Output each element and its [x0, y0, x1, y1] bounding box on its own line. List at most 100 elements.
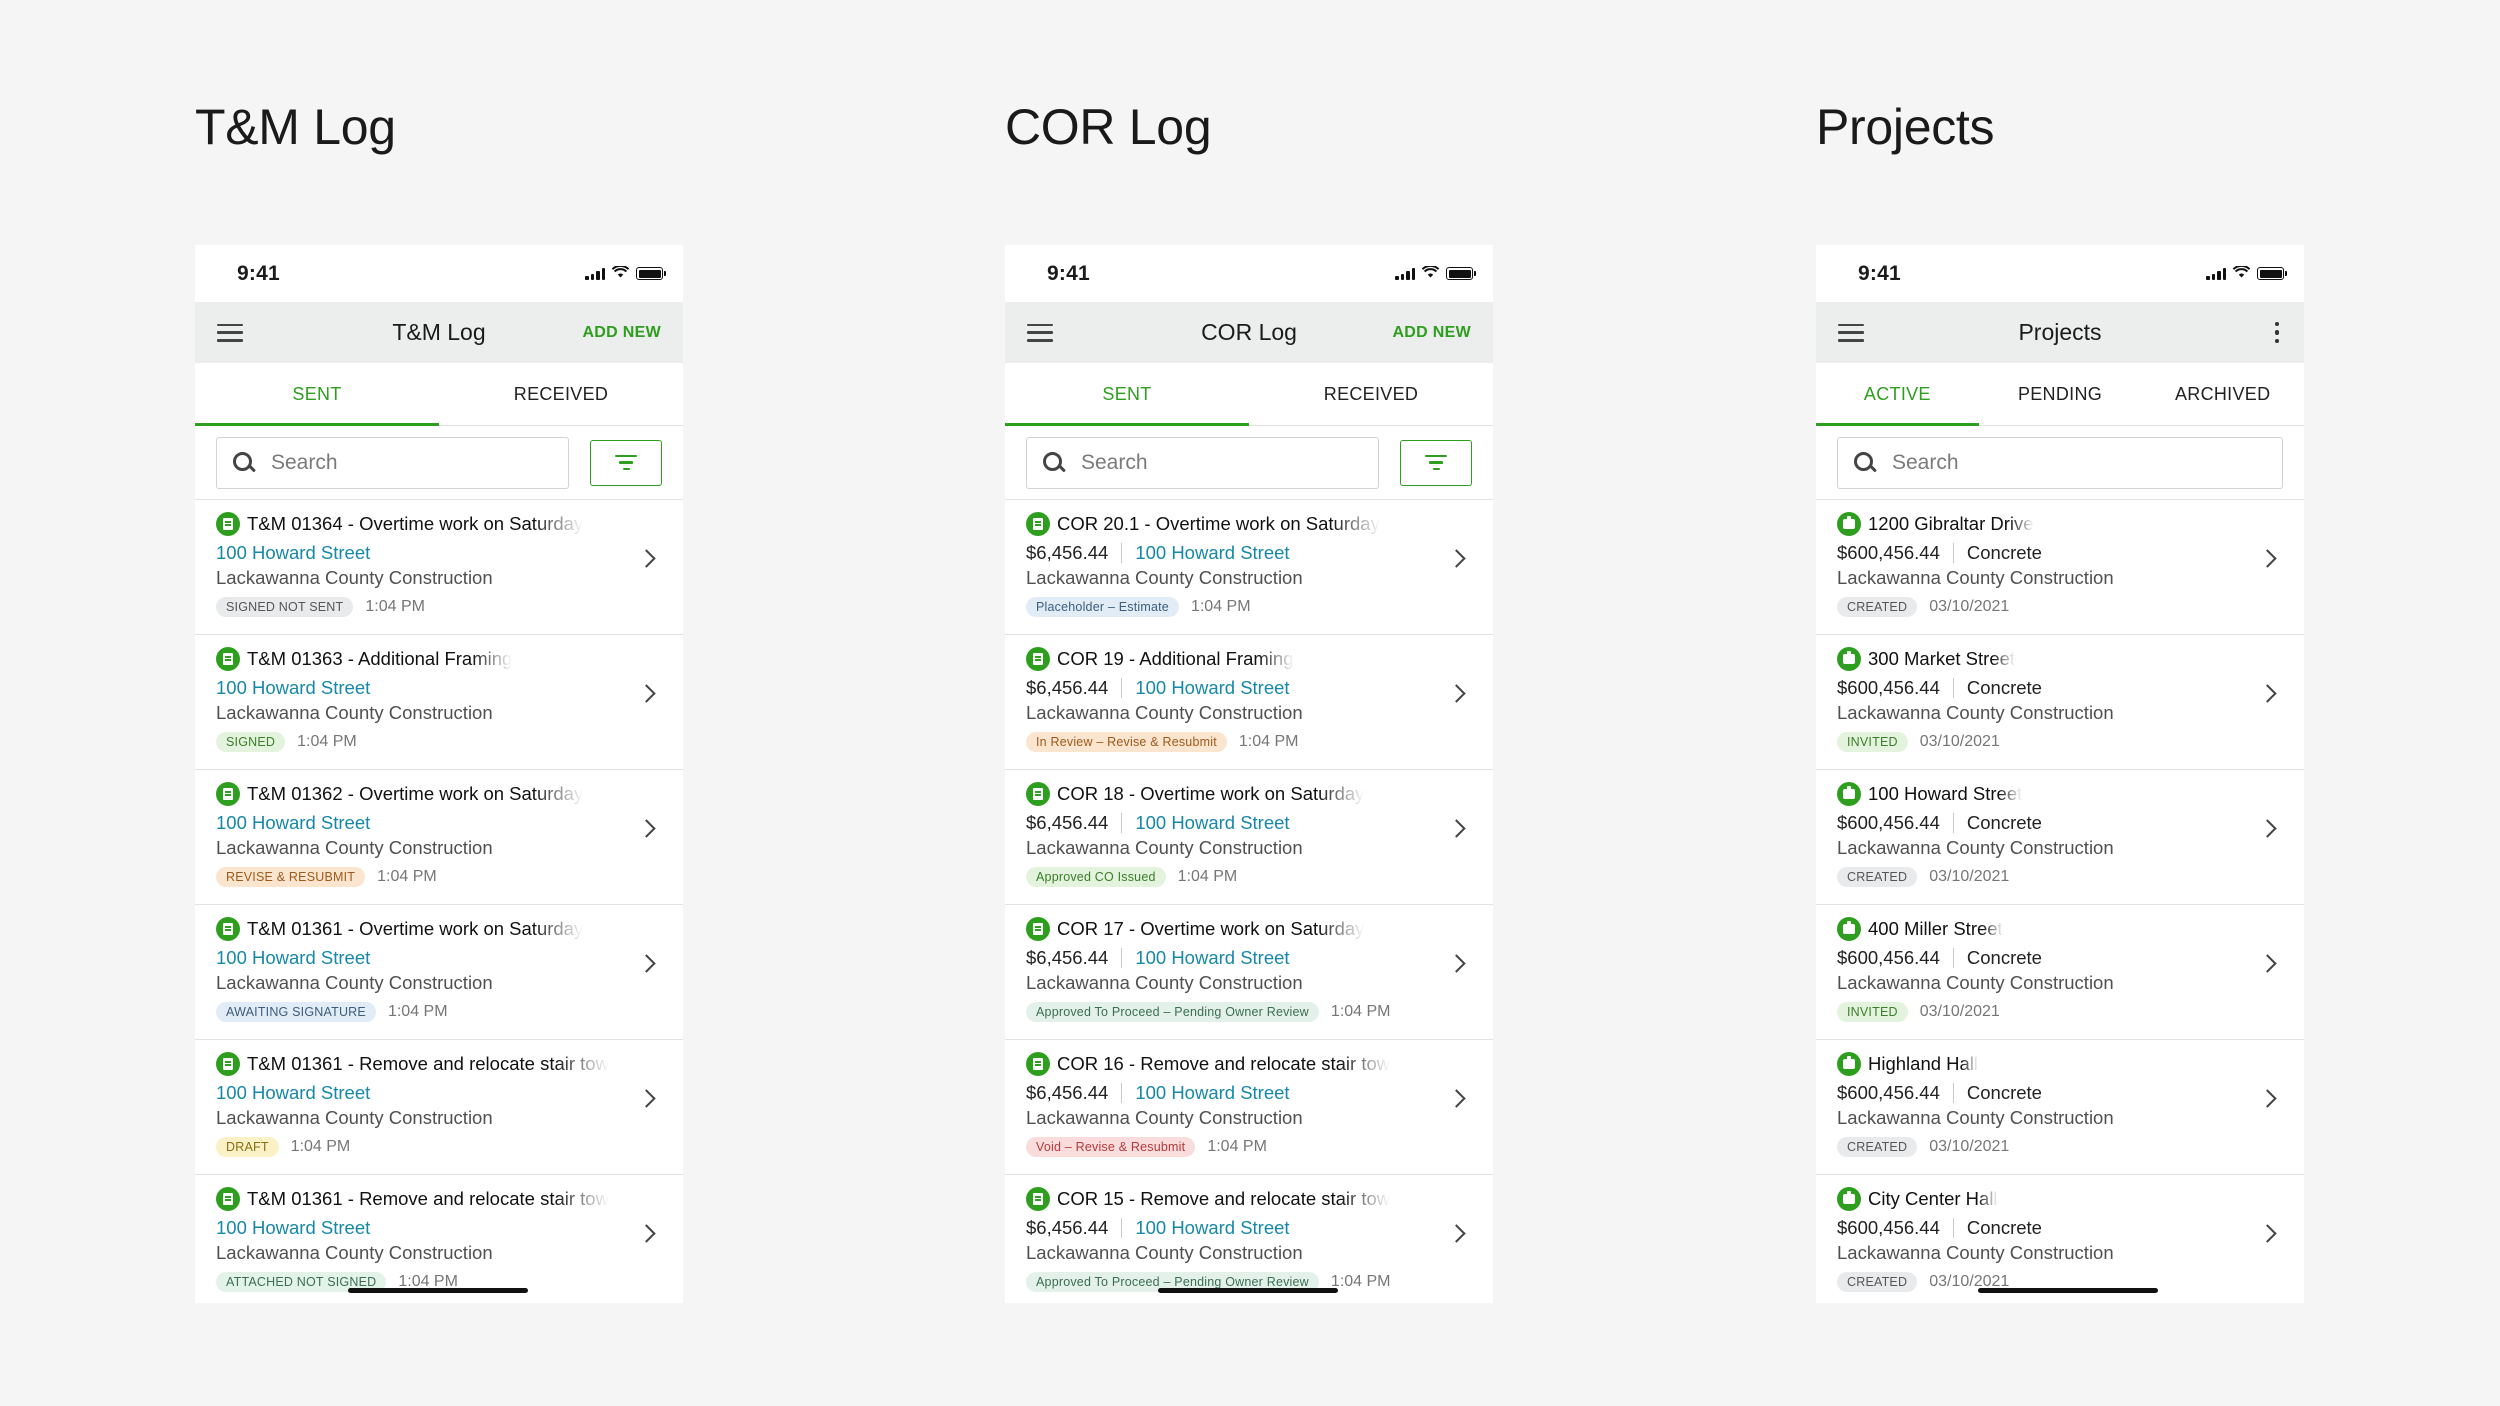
search-input[interactable] [1892, 450, 2282, 475]
item-timestamp: 1:04 PM [1207, 1138, 1267, 1155]
list-item[interactable]: COR 18 - Overtime work on Saturday $6,456… [1005, 770, 1493, 905]
item-amount: $6,456.44 [1026, 542, 1109, 563]
project-link[interactable]: 100 Howard Street [1135, 812, 1289, 834]
list-item[interactable]: T&M 01361 - Overtime work on Saturday 100… [195, 905, 683, 1040]
item-title-row: COR 15 - Remove and relocate stair tow [1026, 1187, 1493, 1211]
project-link[interactable]: 100 Howard Street [216, 677, 370, 699]
search-box[interactable] [216, 436, 569, 489]
tab-active[interactable]: ACTIVE [1816, 363, 1979, 426]
project-link[interactable]: 100 Howard Street [216, 812, 370, 834]
status-time: 9:41 [1047, 261, 1090, 285]
item-timestamp: 1:04 PM [1238, 733, 1299, 750]
list-item[interactable]: COR 20.1 - Overtime work on Saturday $6,4… [1005, 500, 1493, 635]
list-item[interactable]: COR 17 - Overtime work on Saturday $6,456… [1005, 905, 1493, 1040]
item-company: Lackawanna County Construction [1837, 567, 2114, 588]
briefcase-icon [1837, 782, 1861, 806]
item-meta-row: DRAFT 1:04 PM [216, 1136, 683, 1158]
item-company: Lackawanna County Construction [1026, 702, 1303, 723]
item-meta-row: Approved To Proceed – Pending Owner Revi… [1026, 1001, 1493, 1023]
list-item[interactable]: T&M 01362 - Overtime work on Saturday 100… [195, 770, 683, 905]
item-company: Lackawanna County Construction [216, 567, 493, 588]
item-company: Lackawanna County Construction [1837, 1242, 2114, 1263]
item-detail-row: 100 Howard Street [216, 946, 683, 970]
tab-pending[interactable]: PENDING [1979, 363, 2142, 425]
search-box[interactable] [1026, 436, 1379, 489]
briefcase-icon [1837, 1052, 1861, 1076]
document-icon [216, 782, 240, 806]
battery-icon [636, 267, 666, 280]
project-link[interactable]: 100 Howard Street [216, 947, 370, 969]
item-title: T&M 01363 - Additional Framing [247, 648, 513, 669]
list-item[interactable]: 300 Market Street $600,456.44 Concrete Lack… [1816, 635, 2304, 770]
item-trade: Concrete [1966, 947, 2042, 968]
phone-tm-log: 9:41 T&M LogADD NEWSENTRECEIVED T&M 01364 … [195, 245, 683, 1303]
briefcase-icon [1837, 917, 1861, 941]
item-title-row: T&M 01361 - Remove and relocate stair to… [216, 1052, 683, 1076]
briefcase-icon [1837, 512, 1861, 536]
tab-sent[interactable]: SENT [1005, 363, 1249, 426]
project-link[interactable]: 100 Howard Street [1135, 947, 1289, 969]
list-item[interactable]: 100 Howard Street $600,456.44 Concrete Lack… [1816, 770, 2304, 905]
tab-received[interactable]: RECEIVED [439, 363, 683, 425]
project-link[interactable]: 100 Howard Street [216, 542, 370, 564]
tab-received[interactable]: RECEIVED [1249, 363, 1493, 425]
filter-button[interactable] [1400, 439, 1472, 486]
list-item[interactable]: City Center Hall $600,456.44 Concrete Lacka… [1816, 1175, 2304, 1303]
filter-button[interactable] [590, 439, 662, 486]
item-trade: Concrete [1966, 542, 2042, 563]
hamburger-icon[interactable] [1838, 323, 1864, 342]
item-timestamp: 1:04 PM [297, 733, 357, 750]
list-item[interactable]: T&M 01364 - Overtime work on Saturday 100… [195, 500, 683, 635]
item-title: T&M 01364 - Overtime work on Saturday [247, 513, 584, 534]
list-item[interactable]: COR 19 - Additional Framing $6,456.44 100 … [1005, 635, 1493, 770]
search-input[interactable] [271, 450, 568, 475]
add-new-button[interactable]: ADD NEW [582, 324, 661, 342]
item-company: Lackawanna County Construction [216, 702, 493, 723]
status-badge: CREATED [1837, 867, 1918, 887]
list-item[interactable]: 400 Miller Street $600,456.44 Concrete Lack… [1816, 905, 2304, 1040]
list-item[interactable]: 1200 Gibraltar Drive $600,456.44 Concrete L… [1816, 500, 2304, 635]
item-title-row: City Center Hall [1837, 1187, 2304, 1211]
list-item[interactable]: T&M 01361 - Remove and relocate stair to… [195, 1040, 683, 1175]
document-icon [1026, 1187, 1050, 1211]
kebab-menu-icon[interactable] [2272, 321, 2282, 344]
item-detail-row: $6,456.44 100 Howard Street [1026, 1081, 1493, 1105]
status-badge: INVITED [1837, 732, 1908, 752]
item-title-row: 300 Market Street [1837, 647, 2304, 671]
tab-sent[interactable]: SENT [195, 363, 439, 426]
project-link[interactable]: 100 Howard Street [1135, 542, 1289, 564]
search-box[interactable] [1837, 436, 2283, 489]
phone-projects: 9:41 Projects ACTIVEPENDINGARCHIVED 1200 Gi… [1816, 245, 2304, 1303]
list-item[interactable]: COR 16 - Remove and relocate stair tow $6… [1005, 1040, 1493, 1175]
list-item[interactable]: T&M 01361 - Remove and relocate stair to… [195, 1175, 683, 1303]
status-bar: 9:41 [1816, 245, 2304, 302]
tab-archived[interactable]: ARCHIVED [2141, 363, 2304, 425]
item-title-row: COR 17 - Overtime work on Saturday [1026, 917, 1493, 941]
item-detail-row: $600,456.44 Concrete [1837, 946, 2304, 970]
project-link[interactable]: 100 Howard Street [1135, 1217, 1289, 1239]
project-link[interactable]: 100 Howard Street [216, 1217, 370, 1239]
hamburger-icon[interactable] [1027, 323, 1053, 342]
list-item[interactable]: COR 15 - Remove and relocate stair tow $6… [1005, 1175, 1493, 1303]
add-new-button[interactable]: ADD NEW [1392, 324, 1471, 342]
screen-heading-cor-log: COR Log [1005, 99, 1212, 155]
hamburger-icon[interactable] [217, 323, 243, 342]
list-item[interactable]: T&M 01363 - Additional Framing 100 Howard… [195, 635, 683, 770]
project-link[interactable]: 100 Howard Street [1135, 677, 1289, 699]
item-detail-row: $600,456.44 Concrete [1837, 541, 2304, 565]
item-meta-row: REVISE & RESUBMIT 1:04 PM [216, 866, 683, 888]
project-link[interactable]: 100 Howard Street [1135, 1082, 1289, 1104]
item-company: Lackawanna County Construction [216, 972, 493, 993]
project-link[interactable]: 100 Howard Street [216, 1082, 370, 1104]
item-trade: Concrete [1966, 1082, 2042, 1103]
divider [1121, 678, 1123, 698]
screen-heading-tm-log: T&M Log [195, 99, 396, 155]
app-bar: COR Log ADD NEW [1005, 302, 1493, 363]
phone-cor-log: 9:41 COR LogADD NEWSENTRECEIVED COR 20.1 -… [1005, 245, 1493, 1303]
list-item[interactable]: Highland Hall $600,456.44 Concrete Lackawan… [1816, 1040, 2304, 1175]
item-meta-row: CREATED 03/10/2021 [1837, 1136, 2304, 1158]
status-badge: Placeholder – Estimate [1026, 597, 1179, 617]
item-company: Lackawanna County Construction [1026, 1242, 1303, 1263]
search-input[interactable] [1081, 450, 1378, 475]
item-trade: Concrete [1966, 677, 2042, 698]
